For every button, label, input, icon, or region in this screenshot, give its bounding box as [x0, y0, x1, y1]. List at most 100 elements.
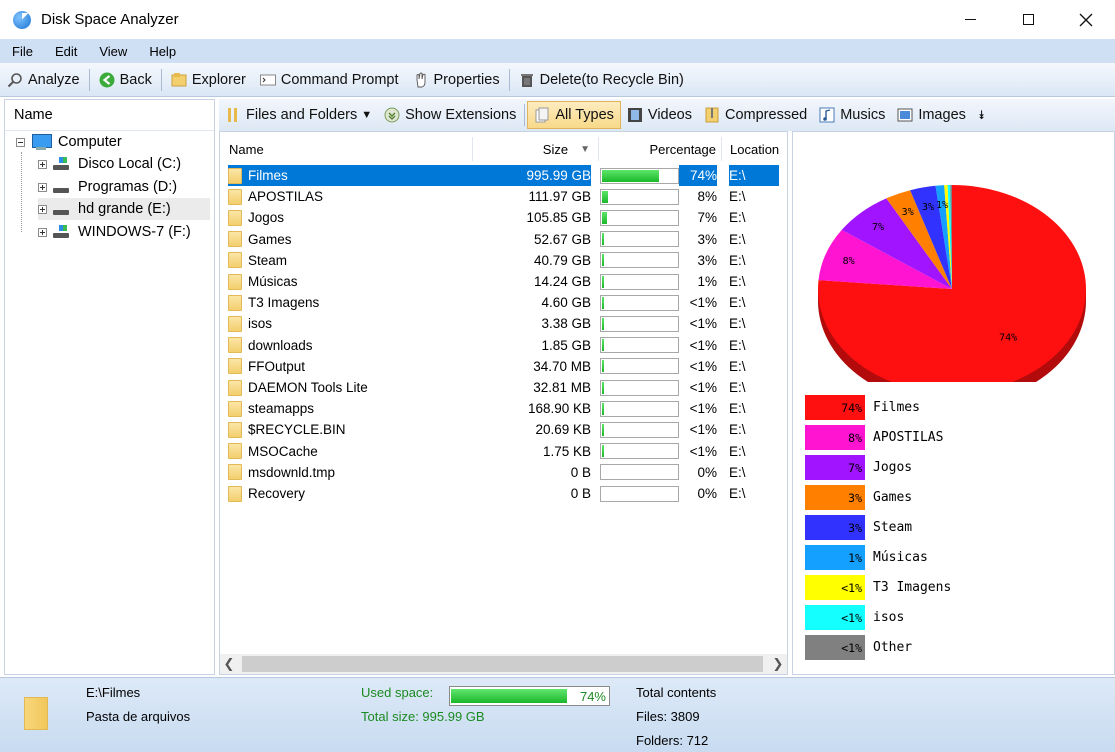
- terminal-icon: [259, 74, 276, 85]
- compressed-button[interactable]: Compressed: [698, 101, 813, 129]
- folder-icon: [228, 294, 242, 311]
- musics-button[interactable]: Musics: [813, 101, 891, 129]
- tree-item-drive-c[interactable]: Disco Local (C:): [38, 153, 181, 175]
- row-size: 1.85 GB: [541, 337, 591, 353]
- toolbar-separator: [524, 104, 526, 126]
- menu-file[interactable]: File: [0, 44, 43, 59]
- tree-item-computer[interactable]: Computer: [16, 131, 122, 153]
- row-location: E:\: [729, 486, 746, 501]
- row-percentage-bar: [600, 441, 679, 462]
- horizontal-scrollbar[interactable]: ❮ ❯: [220, 654, 787, 674]
- images-label: Images: [918, 107, 966, 123]
- column-header-location[interactable]: Location: [722, 137, 787, 161]
- videos-button[interactable]: Videos: [621, 101, 698, 129]
- row-location: E:\: [729, 422, 746, 438]
- tree-item-drive-d[interactable]: Programas (D:): [38, 176, 177, 198]
- used-space-fill: [451, 689, 567, 703]
- expand-icon[interactable]: [38, 227, 47, 237]
- close-button[interactable]: [1057, 0, 1115, 39]
- tree-item-drive-f[interactable]: WINDOWS-7 (F:): [38, 221, 191, 243]
- menu-edit[interactable]: Edit: [43, 44, 87, 59]
- all-types-button[interactable]: All Types: [527, 101, 621, 129]
- table-row[interactable]: isos 3.38 GB <1% E:\: [220, 313, 787, 334]
- table-row[interactable]: Filmes 995.99 GB 74% E:\: [220, 165, 787, 186]
- minimize-button[interactable]: [941, 0, 999, 39]
- table-row[interactable]: Músicas 14.24 GB 1% E:\: [220, 271, 787, 292]
- table-row[interactable]: FFOutput 34.70 MB <1% E:\: [220, 356, 787, 377]
- properties-label: Properties: [433, 71, 500, 88]
- minimize-icon: [964, 19, 976, 20]
- row-name: $RECYCLE.BIN: [248, 422, 346, 438]
- folder-icon: [228, 315, 242, 332]
- delete-button[interactable]: Delete(to Recycle Bin): [512, 66, 691, 94]
- row-percentage-bar: [600, 229, 679, 250]
- row-percentage: <1%: [689, 401, 717, 417]
- row-percentage-bar: [600, 462, 679, 483]
- row-size: 1.75 KB: [542, 443, 591, 459]
- expand-icon[interactable]: [38, 159, 47, 169]
- row-name-cell: Steam: [228, 250, 474, 271]
- images-button[interactable]: Images: [891, 101, 972, 129]
- legend-label: Steam: [873, 520, 913, 535]
- row-location: E:\: [729, 358, 746, 374]
- menu-help[interactable]: Help: [137, 44, 186, 59]
- menu-view[interactable]: View: [87, 44, 137, 59]
- legend-swatch: 1%: [805, 545, 865, 570]
- row-percentage-bar: [600, 165, 679, 186]
- properties-button[interactable]: Properties: [406, 66, 507, 94]
- maximize-button[interactable]: [999, 0, 1057, 39]
- columns-icon: [228, 108, 237, 122]
- command-prompt-button[interactable]: Command Prompt: [253, 66, 406, 94]
- table-row[interactable]: MSOCache 1.75 KB <1% E:\: [220, 441, 787, 462]
- table-row[interactable]: Recovery 0 B 0% E:\: [220, 483, 787, 504]
- column-header-name[interactable]: Name: [220, 137, 473, 161]
- column-header-label: Name: [229, 141, 264, 157]
- table-row[interactable]: APOSTILAS 111.97 GB 8% E:\: [220, 186, 787, 207]
- percentage-bar-fill: [602, 339, 604, 352]
- table-row[interactable]: Jogos 105.85 GB 7% E:\: [220, 207, 787, 228]
- table-row[interactable]: DAEMON Tools Lite 32.81 MB <1% E:\: [220, 377, 787, 398]
- legend-label: Músicas: [873, 550, 928, 565]
- documents-icon: [535, 107, 549, 123]
- back-arrow-icon: [99, 72, 115, 87]
- analyze-button[interactable]: Analyze: [0, 66, 87, 94]
- back-button[interactable]: Back: [92, 66, 159, 94]
- expand-icon[interactable]: [38, 182, 47, 192]
- row-location: E:\: [729, 295, 746, 311]
- scroll-right-icon[interactable]: ❯: [769, 654, 787, 674]
- percentage-bar-frame: [600, 400, 679, 417]
- expand-icon[interactable]: [38, 204, 47, 214]
- row-name-cell: Músicas: [228, 271, 474, 292]
- tree-item-drive-e[interactable]: hd grande (E:): [38, 198, 210, 220]
- row-name: Recovery: [248, 486, 306, 501]
- legend-swatch: 3%: [805, 485, 865, 510]
- table-row[interactable]: msdownld.tmp 0 B 0% E:\: [220, 462, 787, 483]
- table-row[interactable]: $RECYCLE.BIN 20.69 KB <1% E:\: [220, 419, 787, 440]
- scroll-left-icon[interactable]: ❮: [220, 654, 238, 674]
- row-name: FFOutput: [248, 358, 306, 374]
- row-location: E:\: [729, 337, 746, 353]
- show-extensions-button[interactable]: Show Extensions: [378, 101, 522, 129]
- row-percentage-bar: [600, 271, 679, 292]
- scrollbar-thumb[interactable]: [242, 656, 763, 672]
- table-row[interactable]: steamapps 168.90 KB <1% E:\: [220, 398, 787, 419]
- row-percentage-bar: [600, 335, 679, 356]
- files-and-folders-dropdown[interactable]: Files and Folders ▼: [219, 101, 378, 129]
- used-space-percent: 74%: [579, 689, 606, 704]
- column-header-size[interactable]: Size ▼: [473, 137, 599, 161]
- row-name: downloads: [248, 337, 313, 353]
- collapse-icon[interactable]: [16, 137, 25, 147]
- row-percentage-bar: [600, 292, 679, 313]
- table-row[interactable]: Games 52.67 GB 3% E:\: [220, 229, 787, 250]
- status-path: E:\Filmes: [86, 685, 141, 700]
- column-header-percentage[interactable]: Percentage: [599, 137, 722, 161]
- table-row[interactable]: Steam 40.79 GB 3% E:\: [220, 250, 787, 271]
- table-row[interactable]: downloads 1.85 GB <1% E:\: [220, 335, 787, 356]
- row-percentage-bar: [600, 313, 679, 334]
- legend-swatch: <1%: [805, 575, 865, 600]
- table-row[interactable]: T3 Imagens 4.60 GB <1% E:\: [220, 292, 787, 313]
- legend-label: Jogos: [873, 460, 913, 475]
- more-toolbar-button[interactable]: ⯯: [972, 101, 991, 129]
- explorer-button[interactable]: Explorer: [164, 66, 253, 94]
- pie-chart: 74%8%7%3% 3% 1%: [818, 185, 1086, 382]
